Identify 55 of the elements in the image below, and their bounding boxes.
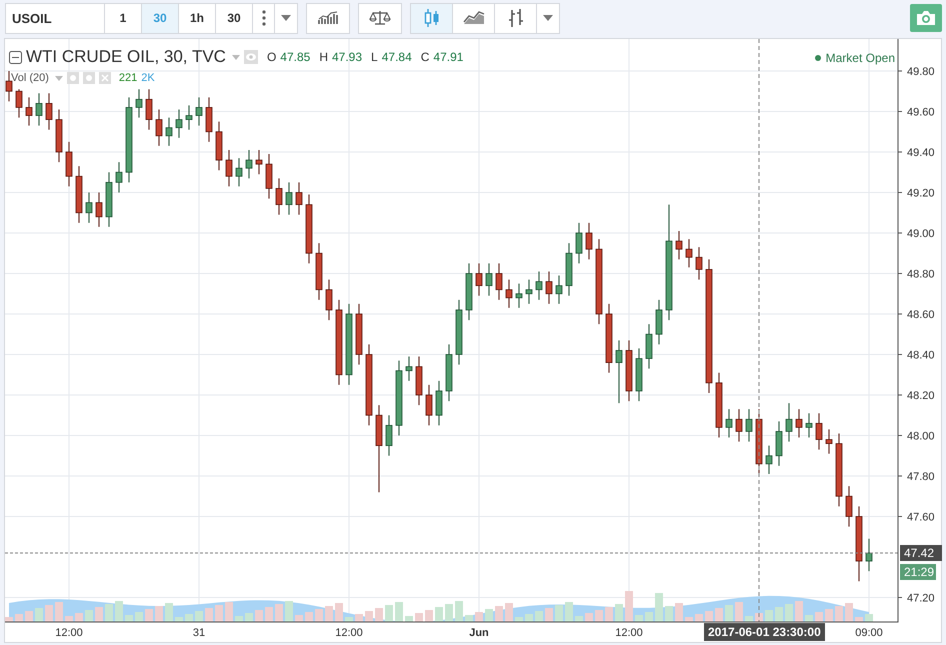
countdown-label: 21:29 (900, 564, 936, 580)
axis-label: 49.80 (907, 66, 935, 78)
area-chart-icon (462, 11, 484, 25)
axis-label: 47.80 (907, 471, 935, 483)
axis-label: 48.80 (907, 268, 935, 280)
ohlc-value: 47.84 (382, 50, 412, 64)
settings-icon (82, 72, 95, 84)
bar-chart-icon (506, 8, 524, 28)
volume-label: Vol (20) (10, 72, 50, 84)
axis-label: 47.60 (907, 512, 935, 524)
series-title: WTI CRUDE OIL, 30, TVC (26, 47, 226, 67)
candlestick-icon (422, 8, 440, 28)
compare-button[interactable] (358, 2, 402, 34)
axis-label: 09:00 (855, 627, 883, 639)
axis-label: 49.00 (907, 228, 935, 240)
axis-label: 47.20 (907, 592, 935, 604)
camera-icon (916, 10, 936, 26)
axis-label: 48.00 (907, 430, 935, 442)
axis-label: 49.40 (907, 147, 935, 159)
ohlc-label: H (319, 50, 328, 64)
more-icon (262, 10, 266, 26)
axis-label: 49.20 (907, 188, 935, 200)
crosshair-time-label: 2017-06-01 23:30:00 (704, 623, 825, 641)
axis-label: 12:00 (55, 627, 83, 639)
volume-value: 221 (118, 72, 138, 84)
caret-icon (281, 15, 291, 21)
volume-average: 2K (141, 72, 155, 84)
bar-chart-icon (318, 11, 338, 25)
ohlc-label: L (371, 50, 378, 64)
axis-label: 48.60 (907, 309, 935, 321)
ohlc-value: 47.93 (332, 50, 362, 64)
ohlc-label: C (420, 50, 430, 64)
axis-label: 48.20 (907, 390, 935, 402)
axis-label: 48.40 (907, 350, 935, 362)
axis-label: 49.60 (907, 106, 935, 118)
axis-label: Jun (469, 627, 489, 639)
ohlc-label: O (266, 50, 276, 64)
indicators-button[interactable] (306, 2, 350, 34)
scales-icon (369, 10, 391, 26)
eye-icon (244, 50, 258, 64)
collapse-icon (9, 50, 22, 64)
eye-icon (66, 72, 79, 84)
status-dot-icon (814, 55, 821, 61)
ohlc-value: 47.91 (433, 50, 464, 64)
market-status: Market Open (826, 51, 895, 65)
caret-icon (54, 76, 63, 80)
caret-icon (232, 54, 240, 60)
close-icon (98, 72, 111, 84)
ohlc-value: 47.85 (280, 50, 310, 64)
axis-label: 12:00 (615, 627, 643, 639)
axis-label: 12:00 (335, 627, 363, 639)
caret-icon (543, 15, 553, 21)
last-price-label: 47.42 (900, 544, 942, 561)
axis-label: 31 (192, 627, 206, 639)
candles-button[interactable] (411, 4, 453, 32)
